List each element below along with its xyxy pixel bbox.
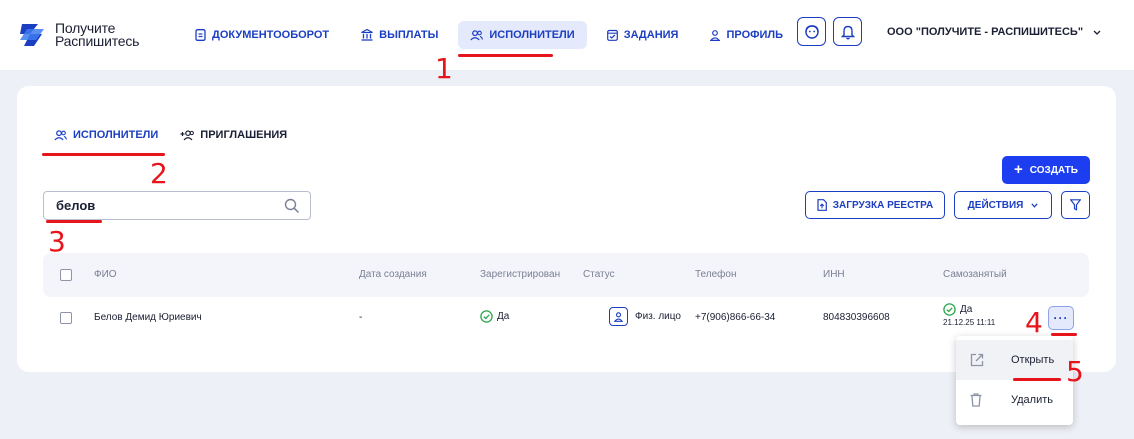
sub-tabs: ИСПОЛНИТЕЛИ ПРИГЛАШЕНИЯ [54, 129, 309, 141]
annotation-underline-5 [1013, 378, 1061, 381]
nav-item-documents[interactable]: ДОКУМЕНТООБОРОТ [183, 21, 341, 49]
select-all-checkbox[interactable] [60, 269, 72, 281]
tab-performers[interactable]: ИСПОЛНИТЕЛИ [54, 129, 158, 141]
annotation-number-4: 4 [1025, 306, 1043, 339]
annotation-number-3: 3 [48, 225, 66, 258]
user-icon [710, 29, 721, 41]
column-header-name[interactable]: ФИО [94, 269, 117, 280]
brand-name: Получите Распишитесь [55, 21, 140, 49]
person-badge-icon [609, 307, 628, 326]
nav-label: ДОКУМЕНТООБОРОТ [212, 29, 330, 41]
top-header: Получите Распишитесь ДОКУМЕНТООБОРОТ ВЫП… [0, 0, 1134, 70]
self-employed-status: Да [943, 303, 995, 316]
nav-label: ПРОФИЛЬ [726, 29, 784, 41]
nav-label: ИСПОЛНИТЕЛИ [489, 29, 575, 41]
row-checkbox[interactable] [60, 312, 72, 324]
content-panel: ИСПОЛНИТЕЛИ ПРИГЛАШЕНИЯ белов + СОЗДАТЬ … [17, 86, 1116, 372]
nav-item-tasks[interactable]: ЗАДАНИЯ [595, 21, 691, 49]
org-name: ООО "ПОЛУЧИТЕ - РАСПИШИТЕСЬ" [887, 26, 1084, 38]
menu-delete-label: Удалить [1011, 394, 1053, 406]
annotation-number-2: 2 [150, 157, 168, 190]
nav-item-profile[interactable]: ПРОФИЛЬ [698, 21, 795, 49]
actions-dropdown[interactable]: ДЕЙСТВИЯ [954, 191, 1052, 219]
annotation-underline-1 [458, 54, 553, 57]
annotation-underline-2 [42, 153, 165, 156]
nav-label: ЗАДАНИЯ [623, 29, 679, 41]
filter-button[interactable] [1061, 191, 1090, 219]
column-header-self-employed[interactable]: Самозанятый [943, 269, 1007, 280]
users-icon [54, 129, 67, 140]
nav-item-payments[interactable]: ВЫПЛАТЫ [349, 21, 450, 49]
add-user-icon [180, 129, 195, 140]
plus-icon: + [1014, 161, 1023, 178]
bell-icon [840, 25, 855, 39]
support-chat-icon [804, 24, 819, 39]
users-icon [470, 29, 484, 40]
column-header-inn[interactable]: ИНН [823, 269, 845, 280]
org-selector[interactable]: ООО "ПОЛУЧИТЕ - РАСПИШИТЕСЬ" [887, 26, 1101, 38]
logo-mark-icon [20, 24, 44, 46]
tab-label: ПРИГЛАШЕНИЯ [200, 129, 288, 141]
table-header: ФИО Дата создания Зарегистрирован Статус… [43, 253, 1089, 297]
check-circle-icon [480, 310, 493, 323]
cell-self-employed: Да 21.12.25 11:11 [943, 303, 995, 327]
bank-icon [361, 29, 373, 41]
column-header-status[interactable]: Статус [583, 269, 615, 280]
trash-icon [970, 393, 982, 407]
column-header-created[interactable]: Дата создания [359, 269, 427, 280]
task-icon [606, 29, 618, 41]
cell-name: Белов Демид Юриевич [94, 312, 202, 323]
menu-item-open[interactable]: Открыть [956, 340, 1073, 380]
chevron-down-icon [1031, 202, 1038, 208]
cell-phone: +7(906)866-66-34 [695, 312, 776, 323]
check-circle-icon [943, 303, 956, 316]
actions-label: ДЕЙСТВИЯ [967, 199, 1024, 211]
menu-item-delete[interactable]: Удалить [956, 380, 1073, 420]
document-icon [195, 29, 206, 41]
brand-line2: Распишитесь [55, 33, 140, 49]
column-header-registered[interactable]: Зарегистрирован [480, 269, 560, 280]
cell-status: Физ. лицо [609, 307, 681, 326]
upload-registry-button[interactable]: ЗАГРУЗКА РЕЕСТРА [805, 191, 945, 219]
chevron-down-icon [1093, 30, 1101, 35]
upload-file-icon [817, 199, 827, 211]
cell-created: - [359, 312, 363, 323]
search-value: белов [56, 198, 96, 213]
brand-logo[interactable]: Получите Распишитесь [18, 20, 139, 50]
menu-open-label: Открыть [1011, 354, 1055, 366]
tab-invitations[interactable]: ПРИГЛАШЕНИЯ [180, 129, 287, 141]
table-row[interactable]: Белов Демид Юриевич - Да Физ. лицо +7(90… [43, 297, 1089, 341]
create-label: СОЗДАТЬ [1029, 164, 1078, 176]
filter-icon [1070, 199, 1081, 211]
search-icon[interactable] [284, 198, 300, 214]
search-input[interactable]: белов [43, 191, 311, 220]
status-value: Физ. лицо [635, 311, 681, 322]
upload-label: ЗАГРУЗКА РЕЕСТРА [832, 199, 934, 211]
annotation-underline-3 [46, 220, 102, 223]
notifications-button[interactable] [833, 17, 862, 46]
create-button[interactable]: + СОЗДАТЬ [1002, 156, 1090, 184]
self-employed-date: 21.12.25 11:11 [943, 318, 996, 327]
self-employed-value: Да [960, 304, 973, 315]
support-button[interactable] [797, 17, 826, 46]
cell-registered: Да [480, 310, 509, 323]
annotation-number-1: 1 [435, 52, 453, 85]
open-external-icon [970, 353, 984, 367]
column-header-phone[interactable]: Телефон [695, 269, 736, 280]
main-nav: ДОКУМЕНТООБОРОТ ВЫПЛАТЫ ИСПОЛНИТЕЛИ ЗАДА… [183, 21, 803, 49]
registered-value: Да [497, 311, 510, 322]
cell-inn: 804830396608 [823, 312, 890, 323]
tab-label: ИСПОЛНИТЕЛИ [73, 129, 159, 141]
row-more-button[interactable]: ··· [1048, 306, 1074, 330]
nav-label: ВЫПЛАТЫ [379, 29, 439, 41]
annotation-number-5: 5 [1066, 355, 1084, 388]
nav-item-performers[interactable]: ИСПОЛНИТЕЛИ [458, 21, 587, 49]
annotation-underline-4 [1051, 333, 1077, 336]
